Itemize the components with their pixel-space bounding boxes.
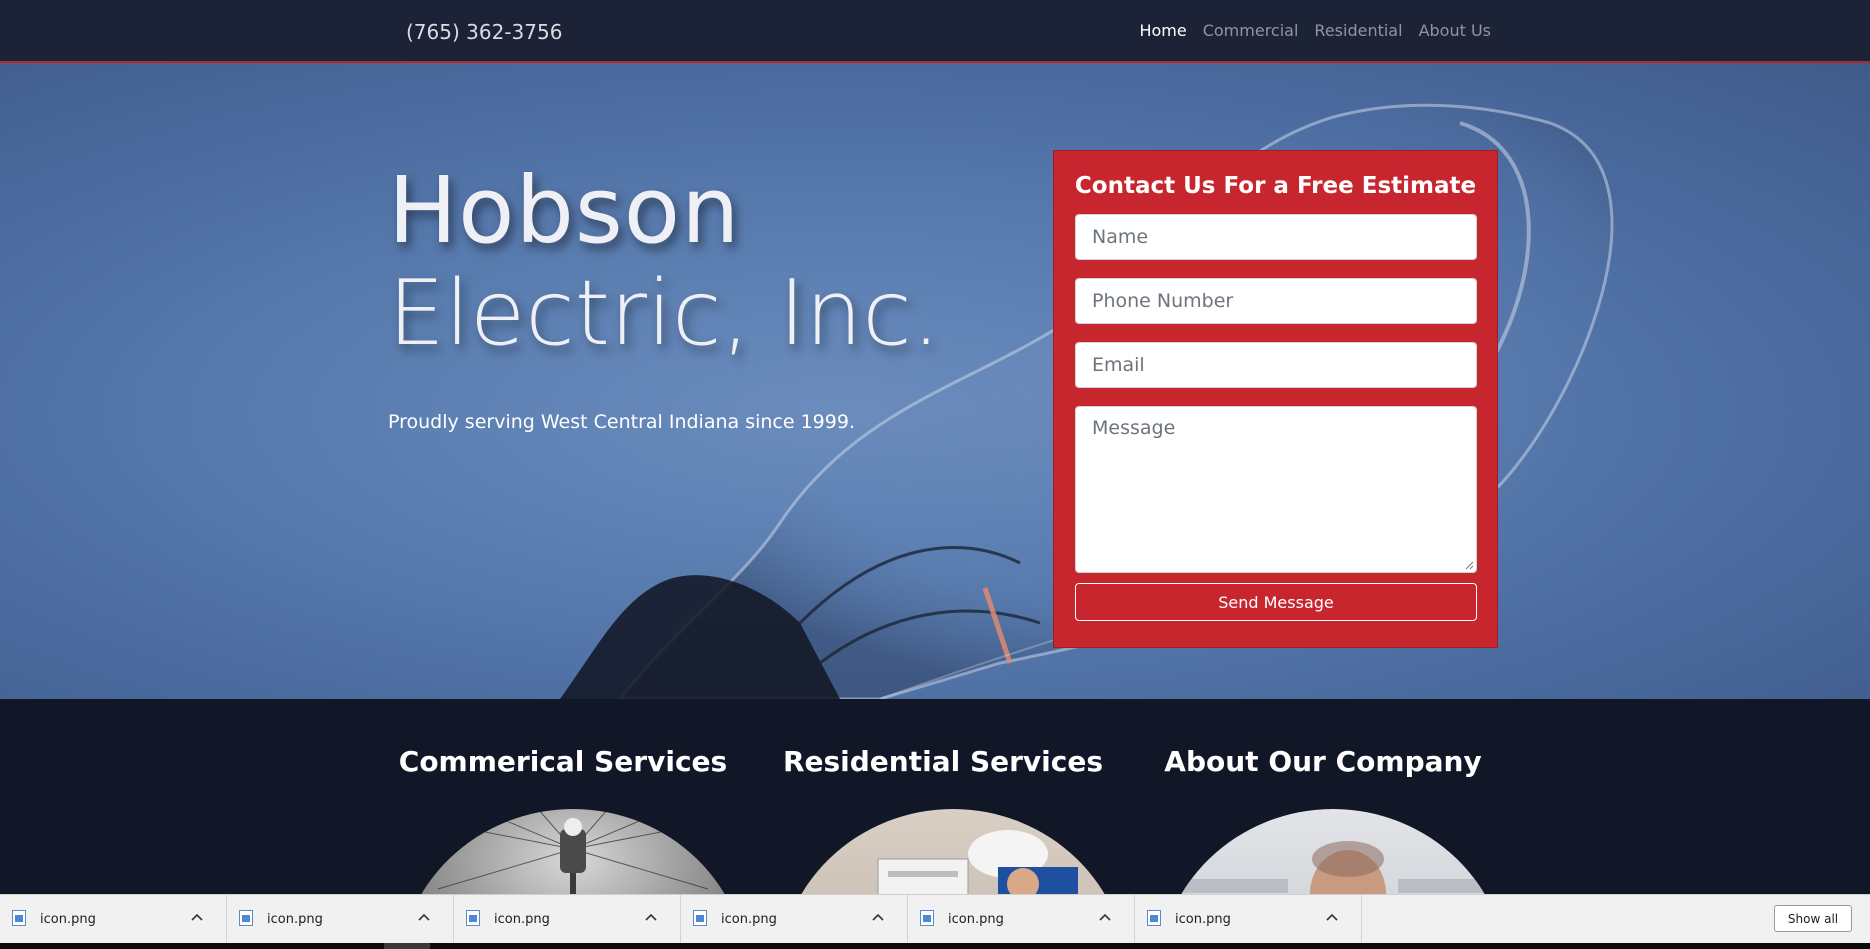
nav-link-residential[interactable]: Residential bbox=[1314, 21, 1402, 40]
navbar: (765) 362-3756 Home Commercial Residenti… bbox=[0, 0, 1870, 63]
download-item[interactable]: icon.png bbox=[908, 895, 1135, 944]
nav-link-about[interactable]: About Us bbox=[1419, 21, 1491, 40]
chevron-up-icon[interactable] bbox=[417, 912, 431, 922]
chevron-up-icon[interactable] bbox=[190, 912, 204, 922]
download-item[interactable]: icon.png bbox=[227, 895, 454, 944]
contact-form-heading: Contact Us For a Free Estimate bbox=[1074, 173, 1477, 199]
hero-section: Hobson Electric, Inc. Proudly serving We… bbox=[0, 63, 1870, 699]
scrollbar-thumb[interactable] bbox=[384, 943, 430, 949]
email-field[interactable]: Email bbox=[1075, 342, 1477, 388]
send-message-button[interactable]: Send Message bbox=[1075, 583, 1477, 621]
download-filename: icon.png bbox=[494, 912, 550, 927]
image-file-icon bbox=[239, 910, 253, 926]
show-all-button[interactable]: Show all bbox=[1774, 905, 1852, 932]
download-item[interactable]: icon.png bbox=[0, 895, 227, 944]
download-item[interactable]: icon.png bbox=[681, 895, 908, 944]
chevron-up-icon[interactable] bbox=[1325, 912, 1339, 922]
phone-field[interactable]: Phone Number bbox=[1075, 278, 1477, 324]
email-placeholder: Email bbox=[1092, 354, 1145, 376]
download-item[interactable]: icon.png bbox=[454, 895, 681, 944]
nav-link-home[interactable]: Home bbox=[1139, 21, 1186, 40]
service-title-commercial: Commerical Services bbox=[398, 745, 728, 778]
services-section: Commerical Services Residential Services bbox=[0, 699, 1870, 949]
image-file-icon bbox=[693, 910, 707, 926]
nav-links: Home Commercial Residential About Us bbox=[1139, 21, 1491, 40]
hero-subtitle: Proudly serving West Central Indiana sin… bbox=[388, 411, 855, 433]
resize-handle-icon[interactable] bbox=[1464, 560, 1474, 570]
lightbulb-background-image bbox=[560, 103, 1614, 699]
service-title-residential: Residential Services bbox=[782, 745, 1104, 778]
phone-placeholder: Phone Number bbox=[1092, 290, 1234, 312]
hero-title-line2: Electric, Inc. bbox=[388, 261, 941, 366]
contact-form: Contact Us For a Free Estimate Name Phon… bbox=[1053, 150, 1498, 648]
service-commercial: Commerical Services bbox=[383, 699, 748, 949]
image-file-icon bbox=[920, 910, 934, 926]
name-placeholder: Name bbox=[1092, 226, 1149, 248]
chevron-up-icon[interactable] bbox=[1098, 912, 1112, 922]
service-about: About Our Company bbox=[1143, 699, 1508, 949]
image-file-icon bbox=[466, 910, 480, 926]
message-field[interactable]: Message bbox=[1075, 406, 1477, 573]
image-file-icon bbox=[12, 910, 26, 926]
service-residential: Residential Services bbox=[763, 699, 1128, 949]
downloads-bar: icon.png icon.png icon.png icon.png icon… bbox=[0, 894, 1870, 944]
download-filename: icon.png bbox=[721, 912, 777, 927]
nav-link-commercial[interactable]: Commercial bbox=[1203, 21, 1299, 40]
horizontal-scrollbar[interactable] bbox=[0, 943, 1870, 949]
message-placeholder: Message bbox=[1092, 417, 1176, 439]
name-field[interactable]: Name bbox=[1075, 214, 1477, 260]
chevron-up-icon[interactable] bbox=[644, 912, 658, 922]
download-filename: icon.png bbox=[267, 912, 323, 927]
download-filename: icon.png bbox=[1175, 912, 1231, 927]
hero-title-line1: Hobson bbox=[388, 157, 741, 264]
chevron-up-icon[interactable] bbox=[871, 912, 885, 922]
download-item[interactable]: icon.png bbox=[1135, 895, 1362, 944]
image-file-icon bbox=[1147, 910, 1161, 926]
download-filename: icon.png bbox=[40, 912, 96, 927]
download-filename: icon.png bbox=[948, 912, 1004, 927]
phone-number[interactable]: (765) 362-3756 bbox=[406, 20, 562, 44]
service-title-about: About Our Company bbox=[1164, 745, 1482, 778]
